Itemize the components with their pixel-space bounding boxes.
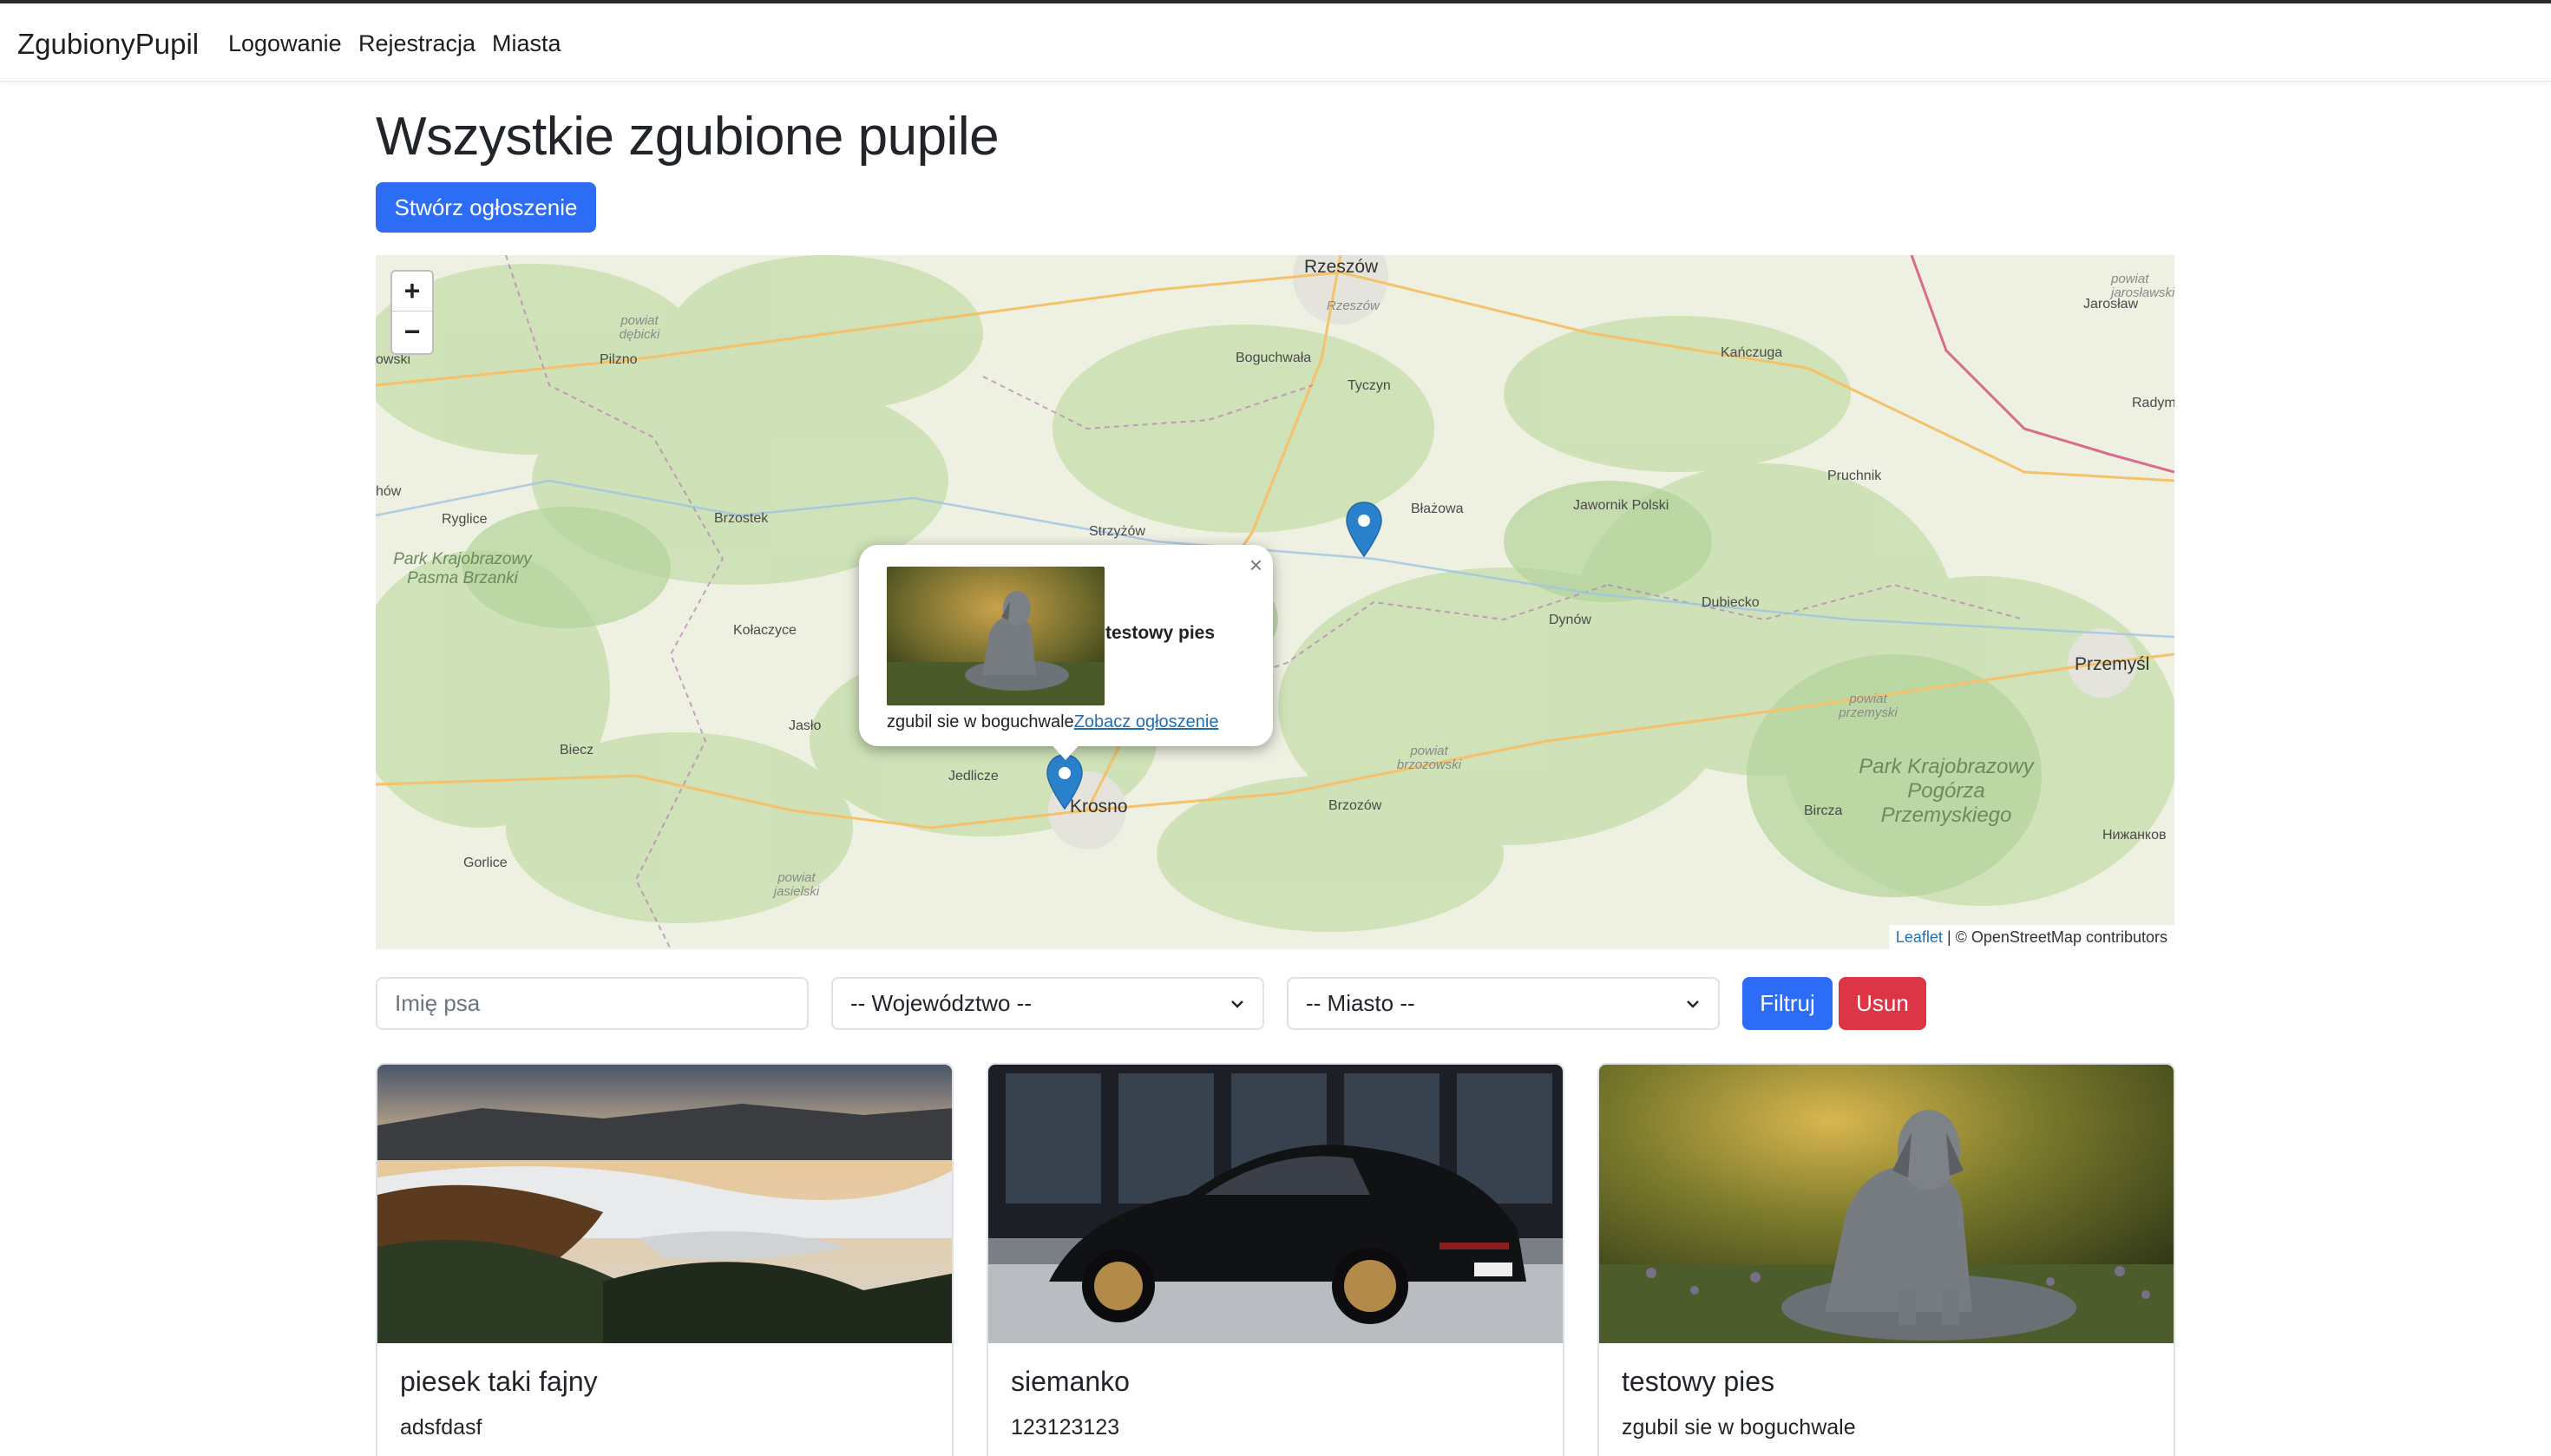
map-label: Przemyśl [2075, 654, 2150, 674]
map-label: Boguchwała [1236, 351, 1312, 365]
map-label: Brzozów [1328, 798, 1382, 813]
leaflet-link[interactable]: Leaflet [1896, 928, 1943, 946]
city-select[interactable]: -- Miasto -- [1287, 977, 1720, 1030]
card-title: piesek taki fajny [400, 1366, 598, 1397]
map-popup: × testowy pies zgubil sie w boguchwaleZo… [859, 545, 1273, 760]
map-label: Park Krajobrazowy Pogórza Przemyskiego [1859, 755, 2034, 827]
create-listing-button[interactable]: Stwórz ogłoszenie [376, 182, 596, 233]
nav-link-cities[interactable]: Miasta [492, 30, 561, 57]
filter-button[interactable]: Filtruj [1742, 977, 1833, 1030]
voivodeship-select[interactable]: -- Województwo -- [831, 977, 1264, 1030]
map-label: Dubiecko [1702, 595, 1760, 610]
card-image [377, 1065, 952, 1343]
map[interactable]: Rzeszów Rzeszów Jarosław powiat jarosław… [376, 255, 2174, 949]
card-text: zgubil sie w boguchwale [1622, 1415, 1856, 1440]
nav-link-register[interactable]: Rejestracja [358, 30, 475, 57]
map-label: Biecz [560, 743, 594, 758]
map-attribution: Leaflet | © OpenStreetMap contributors [1888, 925, 2174, 949]
map-zoom-control: + − [390, 270, 434, 355]
popup-pet-name: testowy pies [1105, 623, 1216, 643]
zoom-in-button[interactable]: + [392, 272, 432, 312]
nav-link-login[interactable]: Logowanie [228, 30, 342, 57]
card-title: testowy pies [1622, 1366, 1775, 1397]
brand-logo[interactable]: ZgubionyPupil [17, 28, 199, 61]
map-label: Radym [2132, 396, 2174, 410]
map-label: Strzyżów [1089, 524, 1145, 539]
popup-tip [1050, 743, 1081, 760]
navbar: ZgubionyPupil Logowanie Rejestracja Mias… [0, 3, 2551, 82]
map-label: Jawornik Polski [1573, 498, 1669, 513]
map-label: Gorlice [463, 856, 508, 870]
map-label: Jedlicze [948, 769, 999, 784]
map-label: Dynów [1549, 613, 1591, 627]
card-text: adsfdasf [400, 1415, 482, 1440]
clear-filters-button[interactable]: Usun [1839, 977, 1926, 1030]
map-label: powiat jarosławski [2111, 272, 2174, 300]
page-title: Wszystkie zgubione pupile [376, 107, 1000, 167]
popup-description: zgubil sie w boguchwaleZobacz ogłoszenie [887, 712, 1218, 732]
chevron-down-icon [1687, 1000, 1699, 1008]
map-label: Нижанков [2102, 828, 2167, 843]
pet-card[interactable]: testowy pies zgubil sie w boguchwale [1597, 1063, 2175, 1456]
map-label: powiat przemyski [1839, 692, 1898, 720]
map-label: Rzeszów [1304, 257, 1379, 277]
map-marker-icon[interactable] [1046, 753, 1084, 810]
map-label: Ryglice [442, 512, 488, 527]
map-label: powiat dębicki [619, 313, 660, 342]
dog-photo [887, 567, 1105, 705]
map-label: Jasło [789, 718, 822, 733]
map-label: Kańczuga [1721, 345, 1783, 360]
map-label: powiat jasielski [773, 870, 820, 899]
popup-description-text: zgubil sie w boguchwale [887, 712, 1074, 731]
map-label: Kołaczyce [733, 623, 797, 638]
city-select-value: -- Miasto -- [1306, 990, 1415, 1016]
map-label: Pilzno [600, 352, 638, 367]
card-text: 123123123 [1011, 1415, 1120, 1440]
map-label: hów [376, 484, 402, 499]
chevron-down-icon [1231, 1000, 1243, 1008]
card-title: siemanko [1011, 1366, 1130, 1397]
voivodeship-select-value: -- Województwo -- [850, 990, 1033, 1016]
view-listing-link[interactable]: Zobacz ogłoszenie [1074, 712, 1219, 731]
map-label: Błażowa [1411, 502, 1464, 516]
map-label: Tyczyn [1348, 378, 1391, 393]
dog-name-input[interactable]: Imię psa [376, 977, 809, 1030]
map-marker-icon[interactable] [1345, 501, 1383, 558]
map-label: powiat brzozowski [1396, 744, 1462, 772]
pet-card[interactable]: siemanko 123123123 [987, 1063, 1564, 1456]
zoom-out-button[interactable]: − [392, 312, 432, 352]
map-label: Bircza [1804, 803, 1843, 818]
map-label: Pruchnik [1827, 469, 1882, 483]
close-icon[interactable]: × [1249, 552, 1262, 579]
map-label: Park Krajobrazowy Pasma Brzanki [393, 550, 532, 587]
map-label: Brzostek [714, 511, 769, 526]
card-image [1599, 1065, 2174, 1343]
pet-card[interactable]: piesek taki fajny adsfdasf [376, 1063, 954, 1456]
map-label: Rzeszów [1327, 298, 1380, 313]
card-image [988, 1065, 1563, 1343]
attribution-text: | © OpenStreetMap contributors [1942, 928, 2167, 946]
